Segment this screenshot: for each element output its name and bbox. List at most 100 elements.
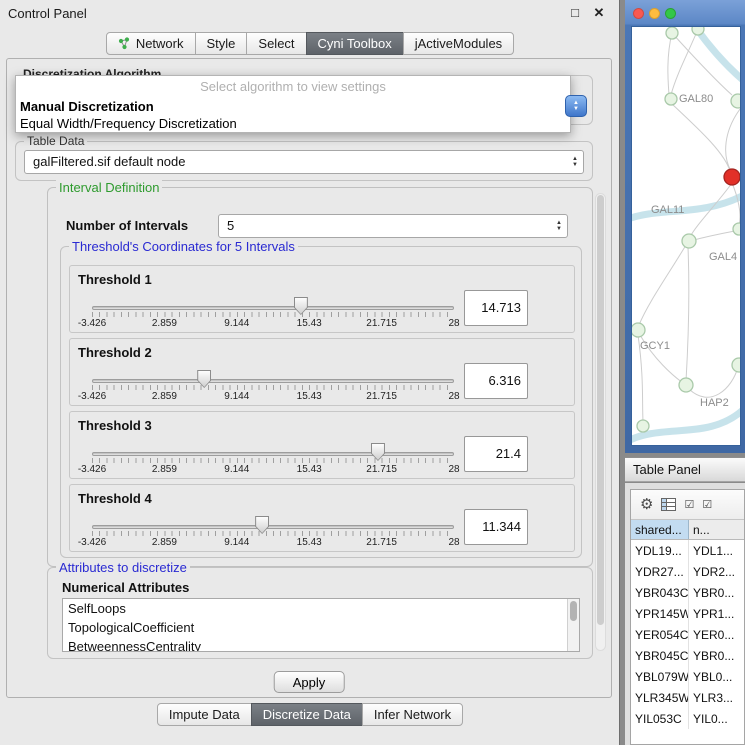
scrollbar-thumb[interactable] xyxy=(570,601,577,621)
table-row[interactable]: YPR145WYPR1... xyxy=(631,603,744,624)
algorithm-option-manual[interactable]: Manual Discretization xyxy=(16,98,570,115)
algorithm-option-equal-width[interactable]: Equal Width/Frequency Discretization xyxy=(16,115,570,132)
tab-discretize-data[interactable]: Discretize Data xyxy=(251,703,363,726)
network-node[interactable] xyxy=(732,358,740,372)
slider-tick-label: -3.426 xyxy=(78,464,106,475)
select-all-icon[interactable]: ☑ xyxy=(684,498,694,511)
tab-cyni-toolbox[interactable]: Cyni Toolbox xyxy=(306,32,404,55)
table-row[interactable]: YER054CYER0... xyxy=(631,624,744,645)
attribute-list-item[interactable]: TopologicalCoefficient xyxy=(63,618,579,637)
table-row[interactable]: YBR045CYBR0... xyxy=(631,645,744,666)
slider-tick-label: 28 xyxy=(448,391,459,402)
tab-label: Infer Network xyxy=(374,707,451,722)
tab-select[interactable]: Select xyxy=(246,32,306,55)
slider-tick-label: 15.43 xyxy=(297,391,322,402)
attributes-scrollbar[interactable] xyxy=(567,599,579,651)
slider-tick-label: -3.426 xyxy=(78,391,106,402)
cell-shared-name: YER054C xyxy=(631,624,689,645)
mac-close-button[interactable] xyxy=(633,8,644,19)
float-window-icon[interactable]: □ xyxy=(567,5,583,20)
table-panel-title: Table Panel xyxy=(633,462,701,477)
mac-minimize-button[interactable] xyxy=(649,8,660,19)
slider-tick-label: 21.715 xyxy=(366,318,397,329)
network-node[interactable] xyxy=(632,323,645,337)
network-node[interactable] xyxy=(679,378,693,392)
attribute-list-item[interactable]: SelfLoops xyxy=(63,599,579,618)
select-none-icon[interactable]: ☑ xyxy=(702,498,712,511)
network-node[interactable] xyxy=(666,27,678,39)
mac-zoom-button[interactable] xyxy=(665,8,676,19)
network-node[interactable] xyxy=(692,27,704,35)
interval-definition-group: Interval Definition Number of Intervals … xyxy=(47,187,593,567)
cell-shared-name: YDR27... xyxy=(631,561,689,582)
cell-name: YDR2... xyxy=(689,561,744,582)
table-row[interactable]: YDR27...YDR2... xyxy=(631,561,744,582)
network-icon xyxy=(118,37,131,50)
network-node[interactable] xyxy=(637,420,649,432)
number-of-intervals-combo[interactable]: 5 ▲▼ xyxy=(218,214,568,238)
threshold-value-field[interactable]: 11.344 xyxy=(464,509,528,545)
attributes-listbox[interactable]: SelfLoopsTopologicalCoefficientBetweenne… xyxy=(62,598,580,652)
table-row[interactable]: YDL19...YDL1... xyxy=(631,540,744,561)
algorithm-placeholder: Select algorithm to view settings xyxy=(16,76,570,98)
window-controls xyxy=(633,8,676,19)
slider-track[interactable] xyxy=(92,379,454,383)
tab-label: Network xyxy=(136,36,184,51)
close-icon[interactable]: ✕ xyxy=(591,5,607,21)
threshold-value-field[interactable]: 14.713 xyxy=(464,290,528,326)
tab-label: Select xyxy=(258,36,294,51)
attribute-list-item[interactable]: BetweennessCentrality xyxy=(63,637,579,652)
tab-impute-data[interactable]: Impute Data xyxy=(157,703,252,726)
network-canvas[interactable]: GAL80 GAL11 GAL4 GCY1 HAP2 xyxy=(631,26,741,446)
column-header-shared-name[interactable]: shared... xyxy=(631,520,689,539)
table-row[interactable]: YBR043CYBR0... xyxy=(631,582,744,603)
network-node[interactable] xyxy=(733,223,740,235)
slider-tick-label: 2.859 xyxy=(152,537,177,548)
cell-name: YBR0... xyxy=(689,645,744,666)
slider-tick-label: 15.43 xyxy=(297,318,322,329)
table-row[interactable]: YBL079WYBL0... xyxy=(631,666,744,687)
column-header-name[interactable]: n... xyxy=(689,520,744,539)
tab-style[interactable]: Style xyxy=(195,32,248,55)
slider-tick-marks xyxy=(92,385,454,390)
threshold-label: Threshold 2 xyxy=(78,345,152,360)
panel-scrollbar[interactable] xyxy=(595,193,606,651)
table-panel-titlebar: Table Panel xyxy=(625,457,745,482)
table-row[interactable]: YLR345WYLR3... xyxy=(631,687,744,708)
algorithm-combo-button[interactable]: ▲ ▼ xyxy=(565,95,587,117)
tab-network[interactable]: Network xyxy=(106,32,196,55)
algorithm-dropdown-popup: Select algorithm to view settings Manual… xyxy=(15,75,571,133)
slider-tick-label: 9.144 xyxy=(224,464,249,475)
threshold-value-field[interactable]: 21.4 xyxy=(464,436,528,472)
tab-infer-network[interactable]: Infer Network xyxy=(362,703,463,726)
tab-label: Cyni Toolbox xyxy=(318,36,392,51)
cell-shared-name: YIL053C xyxy=(631,708,689,729)
cell-shared-name: YDL19... xyxy=(631,540,689,561)
cell-shared-name: YBR043C xyxy=(631,582,689,603)
cell-name: YBL0... xyxy=(689,666,744,687)
network-node-selected[interactable] xyxy=(724,169,740,185)
scrollbar-thumb[interactable] xyxy=(597,195,604,625)
slider-track[interactable] xyxy=(92,452,454,456)
node-label-gal80: GAL80 xyxy=(679,93,713,105)
numerical-attributes-label: Numerical Attributes xyxy=(62,580,189,595)
slider-tick-label: 21.715 xyxy=(366,537,397,548)
tab-jactivemodules[interactable]: jActiveModules xyxy=(403,32,514,55)
table-data-combo[interactable]: galFiltered.sif default node ▲▼ xyxy=(24,150,584,174)
network-node[interactable] xyxy=(682,234,696,248)
table-header-row: shared... n... xyxy=(631,520,744,540)
threshold-panel: Threshold 2-3.4262.8599.14415.4321.71528… xyxy=(69,338,575,406)
network-node[interactable] xyxy=(731,94,740,108)
thresholds-group: Threshold's Coordinates for 5 Intervals … xyxy=(60,246,582,558)
table-row[interactable]: YIL053CYIL0... xyxy=(631,708,744,729)
slider-track[interactable] xyxy=(92,306,454,310)
apply-button[interactable]: Apply xyxy=(274,671,345,693)
network-graph[interactable]: GAL80 GAL11 GAL4 GCY1 HAP2 xyxy=(632,27,740,445)
threshold-value-field[interactable]: 6.316 xyxy=(464,363,528,399)
gear-icon[interactable]: ⚙ xyxy=(640,497,653,512)
column-selector-icon[interactable] xyxy=(661,498,676,511)
table-toolbar: ⚙ ☑ ☑ xyxy=(631,490,744,520)
network-node[interactable] xyxy=(665,93,677,105)
slider-track[interactable] xyxy=(92,525,454,529)
slider-tick-label: 9.144 xyxy=(224,318,249,329)
